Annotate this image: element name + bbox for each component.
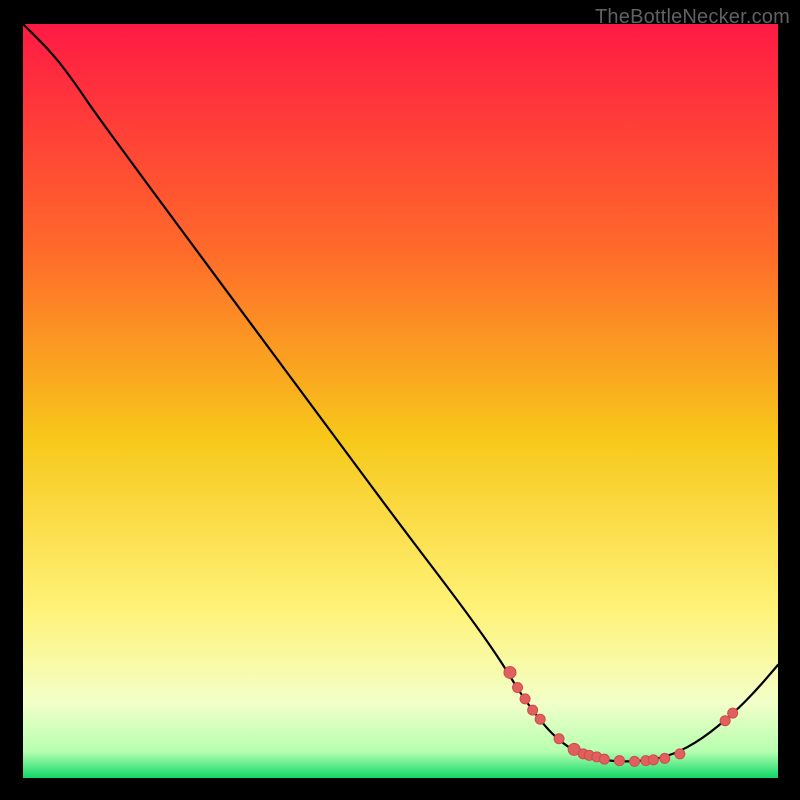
- data-marker: [728, 708, 738, 718]
- data-marker: [504, 666, 516, 678]
- data-marker: [720, 716, 730, 726]
- data-marker: [648, 755, 658, 765]
- data-marker: [614, 756, 624, 766]
- gradient-background: [23, 24, 778, 778]
- data-marker: [660, 753, 670, 763]
- data-marker: [528, 705, 538, 715]
- chart-frame: TheBottleNecker.com: [0, 0, 800, 800]
- data-marker: [520, 694, 530, 704]
- data-marker: [675, 749, 685, 759]
- data-marker: [599, 754, 609, 764]
- data-marker: [630, 756, 640, 766]
- data-marker: [535, 714, 545, 724]
- plot-area: [23, 24, 778, 778]
- data-marker: [513, 683, 523, 693]
- plot-svg: [23, 24, 778, 778]
- data-marker: [554, 734, 564, 744]
